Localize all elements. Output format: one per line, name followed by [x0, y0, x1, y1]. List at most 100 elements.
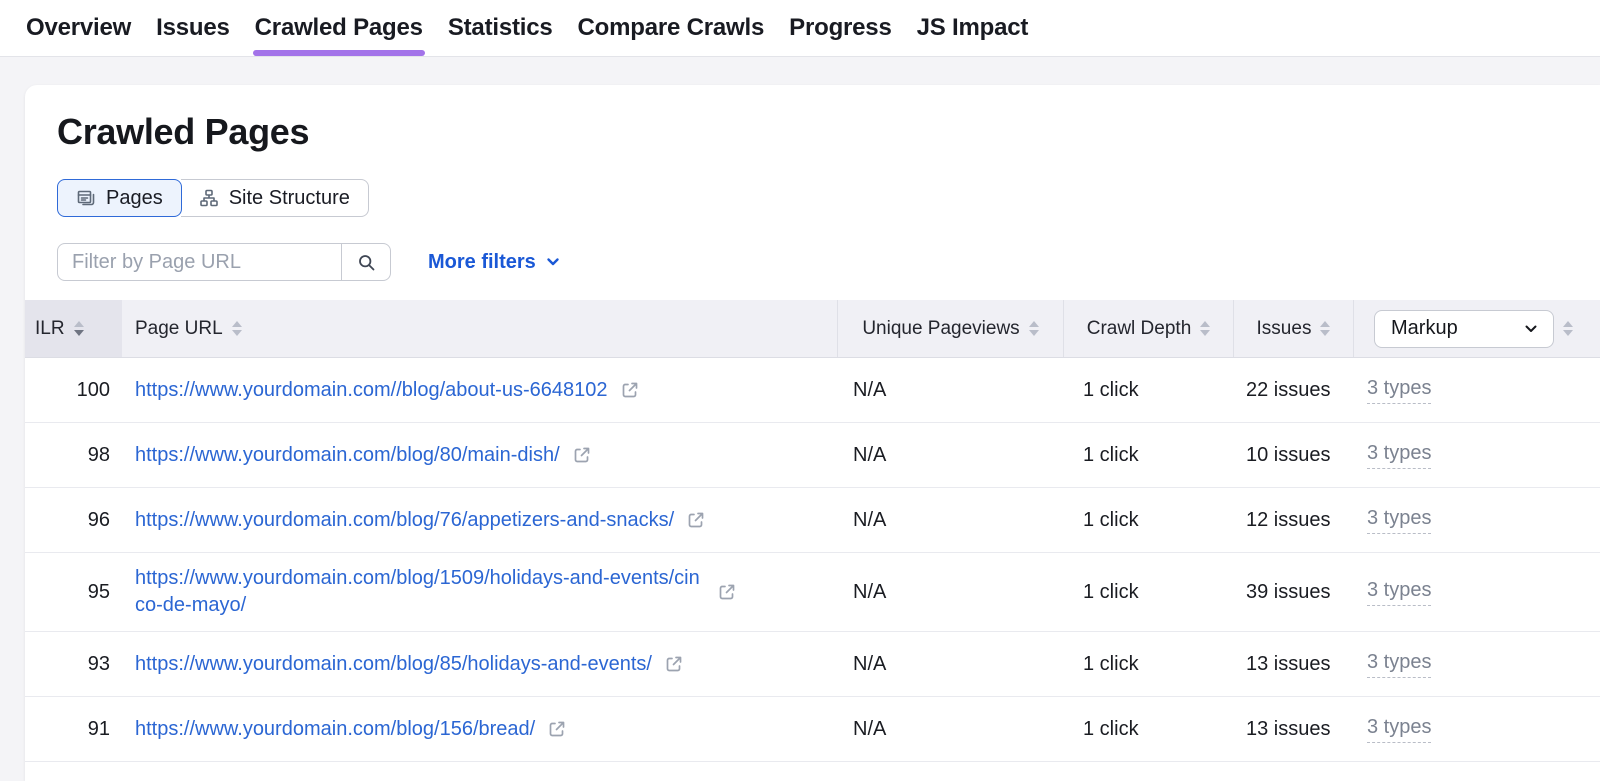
column-header-unique-pageviews[interactable]: Unique Pageviews [837, 300, 1063, 357]
ilr-value: 98 [25, 444, 122, 467]
issues-count: 12 issues [1233, 509, 1353, 532]
external-link-icon[interactable] [664, 654, 684, 674]
site-structure-view-button[interactable]: Site Structure [181, 179, 369, 217]
page-url-link[interactable]: https://www.yourdomain.com/blog/80/main-… [135, 442, 560, 469]
markup-column-select[interactable]: Markup [1374, 310, 1554, 348]
sort-icon[interactable] [1200, 321, 1210, 336]
sort-icon[interactable] [232, 321, 242, 336]
tab-crawled-pages[interactable]: Crawled Pages [253, 0, 425, 56]
site-structure-icon [199, 188, 219, 208]
crawl-depth-value: 1 click [1063, 718, 1233, 741]
page-url-cell: https://www.yourdomain.com/blog/80/main-… [122, 442, 837, 469]
column-label: ILR [35, 318, 65, 340]
table-row: 98 https://www.yourdomain.com/blog/80/ma… [25, 423, 1600, 488]
tab-label: Overview [26, 14, 131, 42]
site-structure-view-label: Site Structure [229, 187, 350, 210]
table-header: ILR Page URL Unique Pageviews Crawl Dept… [25, 300, 1600, 358]
more-filters-toggle[interactable]: More filters [428, 251, 561, 274]
tab-statistics[interactable]: Statistics [446, 0, 555, 56]
page-url-link[interactable]: https://www.yourdomain.com//blog/about-u… [135, 377, 608, 404]
table-row: 95 https://www.yourdomain.com/blog/1509/… [25, 553, 1600, 632]
issues-count: 22 issues [1233, 379, 1353, 402]
unique-pageviews-value: N/A [837, 653, 1063, 676]
page-url-link[interactable]: https://www.yourdomain.com/blog/156/brea… [135, 716, 535, 743]
tab-label: Progress [789, 14, 891, 42]
page-url-cell: https://www.yourdomain.com/blog/85/holid… [122, 651, 837, 678]
page-title: Crawled Pages [25, 85, 1600, 153]
ilr-value: 93 [25, 653, 122, 676]
external-link-icon[interactable] [572, 445, 592, 465]
ilr-value: 91 [25, 718, 122, 741]
page-url-link[interactable]: https://www.yourdomain.com/blog/85/holid… [135, 651, 652, 678]
page-background: Crawled Pages Pages [0, 57, 1600, 781]
view-toggle: Pages Site Structure [57, 179, 369, 217]
search-icon [357, 253, 376, 272]
search-button[interactable] [341, 243, 391, 281]
tab-compare-crawls[interactable]: Compare Crawls [576, 0, 767, 56]
external-link-icon[interactable] [620, 380, 640, 400]
column-header-page-url[interactable]: Page URL [122, 300, 837, 357]
column-label: Issues [1257, 318, 1312, 340]
external-link-icon[interactable] [547, 719, 567, 739]
tab-js-impact[interactable]: JS Impact [915, 0, 1031, 56]
markup-types-link[interactable]: 3 types [1367, 442, 1431, 469]
tab-overview[interactable]: Overview [24, 0, 133, 56]
tab-issues[interactable]: Issues [154, 0, 232, 56]
sort-icon[interactable] [1029, 321, 1039, 336]
chevron-down-icon [545, 254, 561, 270]
markup-types-link[interactable]: 3 types [1367, 716, 1431, 743]
page-url-filter-input[interactable] [57, 243, 342, 281]
pages-view-button[interactable]: Pages [57, 179, 182, 217]
crawl-depth-value: 1 click [1063, 379, 1233, 402]
column-header-issues[interactable]: Issues [1233, 300, 1353, 357]
page-url-cell: https://www.yourdomain.com//blog/about-u… [122, 377, 837, 404]
tab-label: Issues [156, 14, 230, 42]
tab-label: Compare Crawls [578, 14, 765, 42]
table-row: 93 https://www.yourdomain.com/blog/85/ho… [25, 632, 1600, 697]
ilr-value: 95 [25, 581, 122, 604]
column-label: Crawl Depth [1087, 318, 1192, 340]
chevron-down-icon [1522, 320, 1540, 338]
crawl-depth-value: 1 click [1063, 444, 1233, 467]
column-header-crawl-depth[interactable]: Crawl Depth [1063, 300, 1233, 357]
column-header-ilr[interactable]: ILR [25, 300, 122, 357]
issues-count: 13 issues [1233, 653, 1353, 676]
crawl-depth-value: 1 click [1063, 581, 1233, 604]
markup-types-link[interactable]: 3 types [1367, 579, 1431, 606]
tab-progress[interactable]: Progress [787, 0, 893, 56]
issues-count: 13 issues [1233, 718, 1353, 741]
pages-view-label: Pages [106, 187, 163, 210]
ilr-value: 100 [25, 379, 122, 402]
page-url-cell: https://www.yourdomain.com/blog/156/brea… [122, 716, 837, 743]
table-row: 96 https://www.yourdomain.com/blog/76/ap… [25, 488, 1600, 553]
crawl-depth-value: 1 click [1063, 653, 1233, 676]
external-link-icon[interactable] [717, 582, 737, 602]
table-row: 91 https://www.yourdomain.com/blog/156/b… [25, 697, 1600, 762]
unique-pageviews-value: N/A [837, 444, 1063, 467]
column-header-markup: Markup [1353, 300, 1600, 357]
issues-count: 39 issues [1233, 581, 1353, 604]
selected-column-label: Markup [1391, 317, 1458, 340]
column-label: Page URL [135, 318, 223, 340]
crawl-depth-value: 1 click [1063, 509, 1233, 532]
page-url-link[interactable]: https://www.yourdomain.com/blog/1509/hol… [135, 565, 705, 619]
external-link-icon[interactable] [686, 510, 706, 530]
table-row: 100 https://www.yourdomain.com//blog/abo… [25, 358, 1600, 423]
markup-types-link[interactable]: 3 types [1367, 377, 1431, 404]
more-filters-label: More filters [428, 251, 536, 274]
page-url-cell: https://www.yourdomain.com/blog/76/appet… [122, 507, 837, 534]
sort-icon[interactable] [74, 321, 84, 336]
page-url-link[interactable]: https://www.yourdomain.com/blog/76/appet… [135, 507, 674, 534]
markup-types-link[interactable]: 3 types [1367, 651, 1431, 678]
report-tab-bar: Overview Issues Crawled Pages Statistics… [0, 0, 1600, 57]
unique-pageviews-value: N/A [837, 581, 1063, 604]
unique-pageviews-value: N/A [837, 379, 1063, 402]
sort-icon[interactable] [1320, 321, 1330, 336]
pages-icon [76, 188, 96, 208]
markup-types-link[interactable]: 3 types [1367, 507, 1431, 534]
filter-row: More filters [57, 243, 1600, 281]
tab-label: Crawled Pages [255, 14, 423, 42]
unique-pageviews-value: N/A [837, 718, 1063, 741]
crawled-pages-table: ILR Page URL Unique Pageviews Crawl Dept… [25, 300, 1600, 762]
sort-icon[interactable] [1563, 321, 1573, 336]
